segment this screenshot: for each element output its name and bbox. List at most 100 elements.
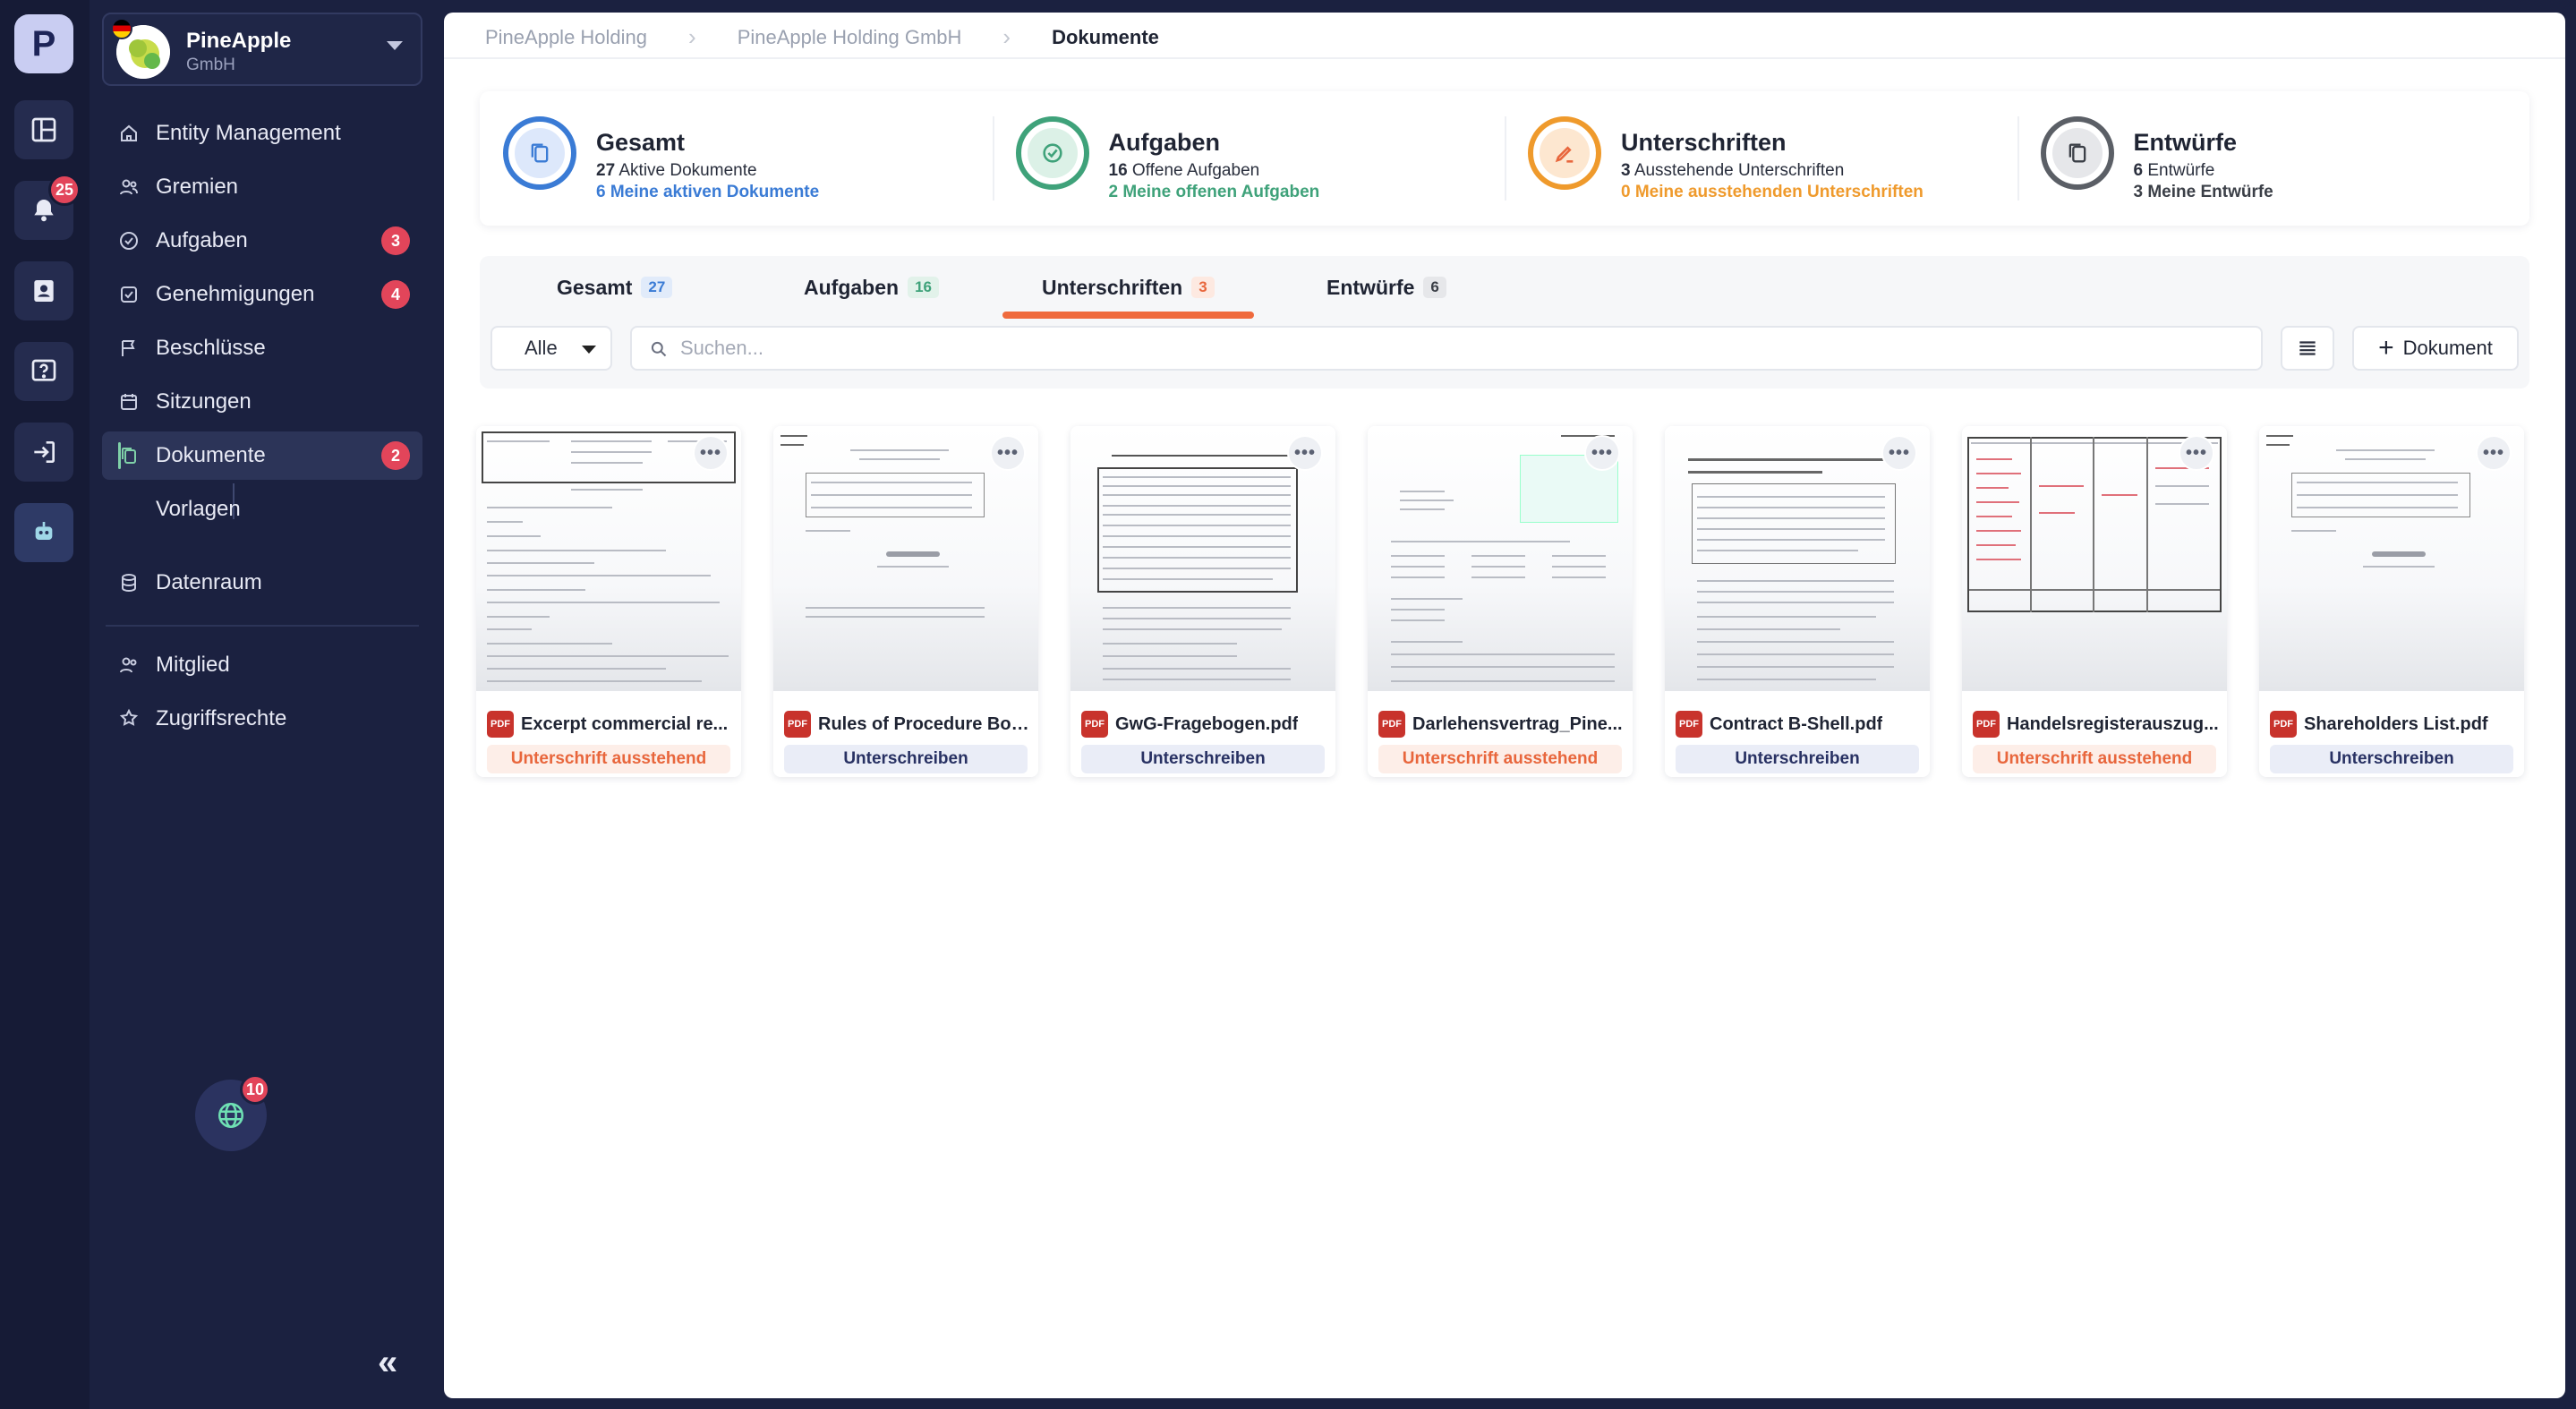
type-filter-select[interactable]: Alle xyxy=(490,326,612,371)
more-options-button[interactable]: ••• xyxy=(2476,435,2512,471)
more-options-button[interactable]: ••• xyxy=(693,435,729,471)
more-options-button[interactable]: ••• xyxy=(1881,435,1917,471)
tab-entwuerfe[interactable]: Entwürfe 6 xyxy=(1326,256,1446,319)
stat-gesamt[interactable]: Gesamt 27 Aktive Dokumente 6 Meine aktiv… xyxy=(480,91,993,226)
sidebar-item-zugriffsrechte[interactable]: Zugriffsrechte xyxy=(102,695,422,743)
tab-unterschriften[interactable]: Unterschriften 3 xyxy=(1002,256,1254,319)
list-icon xyxy=(2299,341,2316,355)
signature-pending-status[interactable]: Unterschrift ausstehend xyxy=(1973,745,2216,773)
add-document-label: Dokument xyxy=(2402,337,2493,359)
more-options-button[interactable]: ••• xyxy=(1287,435,1323,471)
breadcrumb-item-holding[interactable]: PineApple Holding xyxy=(485,26,647,49)
sidebar-item-label: Beschlüsse xyxy=(156,336,266,360)
sidebar-item-beschluesse[interactable]: Beschlüsse xyxy=(102,324,422,372)
robot-assistant-icon[interactable] xyxy=(14,503,73,562)
stat-sub[interactable]: 0 Meine ausstehenden Unterschriften xyxy=(1621,183,1923,202)
sidebar-item-label: Dokumente xyxy=(156,443,266,467)
stat-sub[interactable]: 3 Meine Entwürfe xyxy=(2134,183,2273,202)
tab-gesamt[interactable]: Gesamt 27 xyxy=(557,256,673,319)
document-thumbnail[interactable]: ••• xyxy=(1070,426,1335,691)
document-card[interactable]: ••• PDF GwG-Fragebogen.pdf Unterschreibe… xyxy=(1070,426,1335,777)
sign-button[interactable]: Unterschreiben xyxy=(1676,745,1919,773)
caret-down-icon xyxy=(582,346,596,354)
more-options-button[interactable]: ••• xyxy=(2179,435,2214,471)
login-icon[interactable] xyxy=(14,423,73,482)
breadcrumb-item-gmbh[interactable]: PineApple Holding GmbH xyxy=(738,26,962,49)
app-logo[interactable]: P xyxy=(14,14,73,73)
stat-sub[interactable]: 2 Meine offenen Aufgaben xyxy=(1109,183,1320,202)
dashboard-icon[interactable] xyxy=(14,100,73,159)
documents-icon xyxy=(102,445,156,466)
documents-stat-icon xyxy=(515,128,565,178)
sidebar-item-label: Entity Management xyxy=(156,121,341,145)
search-placeholder: Suchen... xyxy=(680,337,763,359)
document-name[interactable]: Handelsregisterauszug... xyxy=(2007,714,2219,735)
document-card[interactable]: ••• PDF Excerpt commercial re... Untersc… xyxy=(476,426,741,777)
sidebar-item-label: Aufgaben xyxy=(156,228,248,252)
stat-count: 6 xyxy=(2133,161,2144,180)
sidebar-item-label: Gremien xyxy=(156,175,239,199)
sidebar-item-vorlagen[interactable]: Vorlagen xyxy=(102,485,422,534)
document-name[interactable]: Contract B-Shell.pdf xyxy=(1710,714,1882,735)
stat-count: 16 xyxy=(1108,161,1128,180)
sign-button[interactable]: Unterschreiben xyxy=(784,745,1028,773)
tab-label: Gesamt xyxy=(557,275,633,299)
signature-pending-status[interactable]: Unterschrift ausstehend xyxy=(487,745,730,773)
tab-count: 3 xyxy=(1191,277,1215,298)
list-view-button[interactable] xyxy=(2281,326,2334,371)
app-rail: P 25 xyxy=(0,0,90,1409)
sign-button[interactable]: Unterschreiben xyxy=(2270,745,2513,773)
sidebar-item-datenraum[interactable]: Datenraum xyxy=(102,559,422,607)
stat-unterschriften[interactable]: Unterschriften 3 Ausstehende Unterschrif… xyxy=(1505,91,2017,226)
sidebar-item-dokumente[interactable]: Dokumente 2 xyxy=(102,431,422,480)
sidebar-item-gremien[interactable]: Gremien xyxy=(102,163,422,211)
sign-button[interactable]: Unterschreiben xyxy=(1081,745,1325,773)
document-name[interactable]: Rules of Procedure Boa... xyxy=(818,714,1031,735)
help-icon[interactable] xyxy=(14,342,73,401)
sidebar-item-entity-management[interactable]: Entity Management xyxy=(102,109,422,158)
documents-toolbar: Gesamt 27 Aufgaben 16 Unterschriften 3 E… xyxy=(480,256,2529,389)
pdf-file-icon: PDF xyxy=(2270,711,2297,738)
document-card[interactable]: ••• PDF Rules of Procedure Boa... Unters… xyxy=(773,426,1038,777)
sidebar-item-aufgaben[interactable]: Aufgaben 3 xyxy=(102,217,422,265)
pdf-file-icon: PDF xyxy=(1081,711,1108,738)
network-globe-button[interactable]: 10 xyxy=(195,1074,270,1151)
document-thumbnail[interactable]: ••• xyxy=(1665,426,1930,691)
stat-aufgaben[interactable]: Aufgaben 16 Offene Aufgaben 2 Meine offe… xyxy=(992,91,1506,226)
add-document-button[interactable]: + Dokument xyxy=(2352,326,2519,371)
more-options-button[interactable]: ••• xyxy=(1584,435,1620,471)
organization-name: PineApple xyxy=(186,29,292,53)
stat-count: 3 xyxy=(1621,161,1631,180)
signature-pending-status[interactable]: Unterschrift ausstehend xyxy=(1378,745,1622,773)
sidebar-item-mitglied[interactable]: Mitglied xyxy=(102,641,422,689)
sidebar-item-label: Sitzungen xyxy=(156,389,252,414)
document-card[interactable]: ••• PDF Shareholders List.pdf Unterschre… xyxy=(2259,426,2524,777)
tab-aufgaben[interactable]: Aufgaben 16 xyxy=(804,256,939,319)
document-name[interactable]: GwG-Fragebogen.pdf xyxy=(1115,714,1298,735)
document-thumbnail[interactable]: ••• xyxy=(1962,426,2227,691)
main-content: PineApple Holding › PineApple Holding Gm… xyxy=(444,13,2565,1398)
document-thumbnail[interactable]: ••• xyxy=(773,426,1038,691)
search-input[interactable]: Suchen... xyxy=(630,326,2263,371)
stat-entwuerfe[interactable]: Entwürfe 6 Entwürfe 3 Meine Entwürfe xyxy=(2017,91,2530,226)
document-name[interactable]: Excerpt commercial re... xyxy=(521,714,728,735)
tab-count: 6 xyxy=(1423,277,1446,298)
document-card[interactable]: ••• PDF Contract B-Shell.pdf Unterschrei… xyxy=(1665,426,1930,777)
sidebar-item-genehmigungen[interactable]: Genehmigungen 4 xyxy=(102,270,422,319)
organization-switcher[interactable]: PineApple GmbH xyxy=(102,13,422,86)
more-options-button[interactable]: ••• xyxy=(990,435,1026,471)
document-name[interactable]: Shareholders List.pdf xyxy=(2304,714,2488,735)
signature-stat-icon xyxy=(1540,128,1590,178)
document-thumbnail[interactable]: ••• xyxy=(476,426,741,691)
document-thumbnail[interactable]: ••• xyxy=(1368,426,1633,691)
document-name[interactable]: Darlehensvertrag_Pine... xyxy=(1412,714,1623,735)
sidebar-item-sitzungen[interactable]: Sitzungen xyxy=(102,378,422,426)
stat-label: Aktive Dokumente xyxy=(618,161,757,180)
collapse-sidebar-icon[interactable]: « xyxy=(378,1343,397,1383)
document-thumbnail[interactable]: ••• xyxy=(2259,426,2524,691)
contacts-icon[interactable] xyxy=(14,261,73,320)
document-card[interactable]: ••• PDF Handelsregisterauszug... Untersc… xyxy=(1962,426,2227,777)
document-card[interactable]: ••• PDF Darlehensvertrag_Pine... Untersc… xyxy=(1368,426,1633,777)
sidebar: PineApple GmbH Entity Management Gremien… xyxy=(90,0,444,1409)
stat-sub[interactable]: 6 Meine aktiven Dokumente xyxy=(596,183,819,202)
